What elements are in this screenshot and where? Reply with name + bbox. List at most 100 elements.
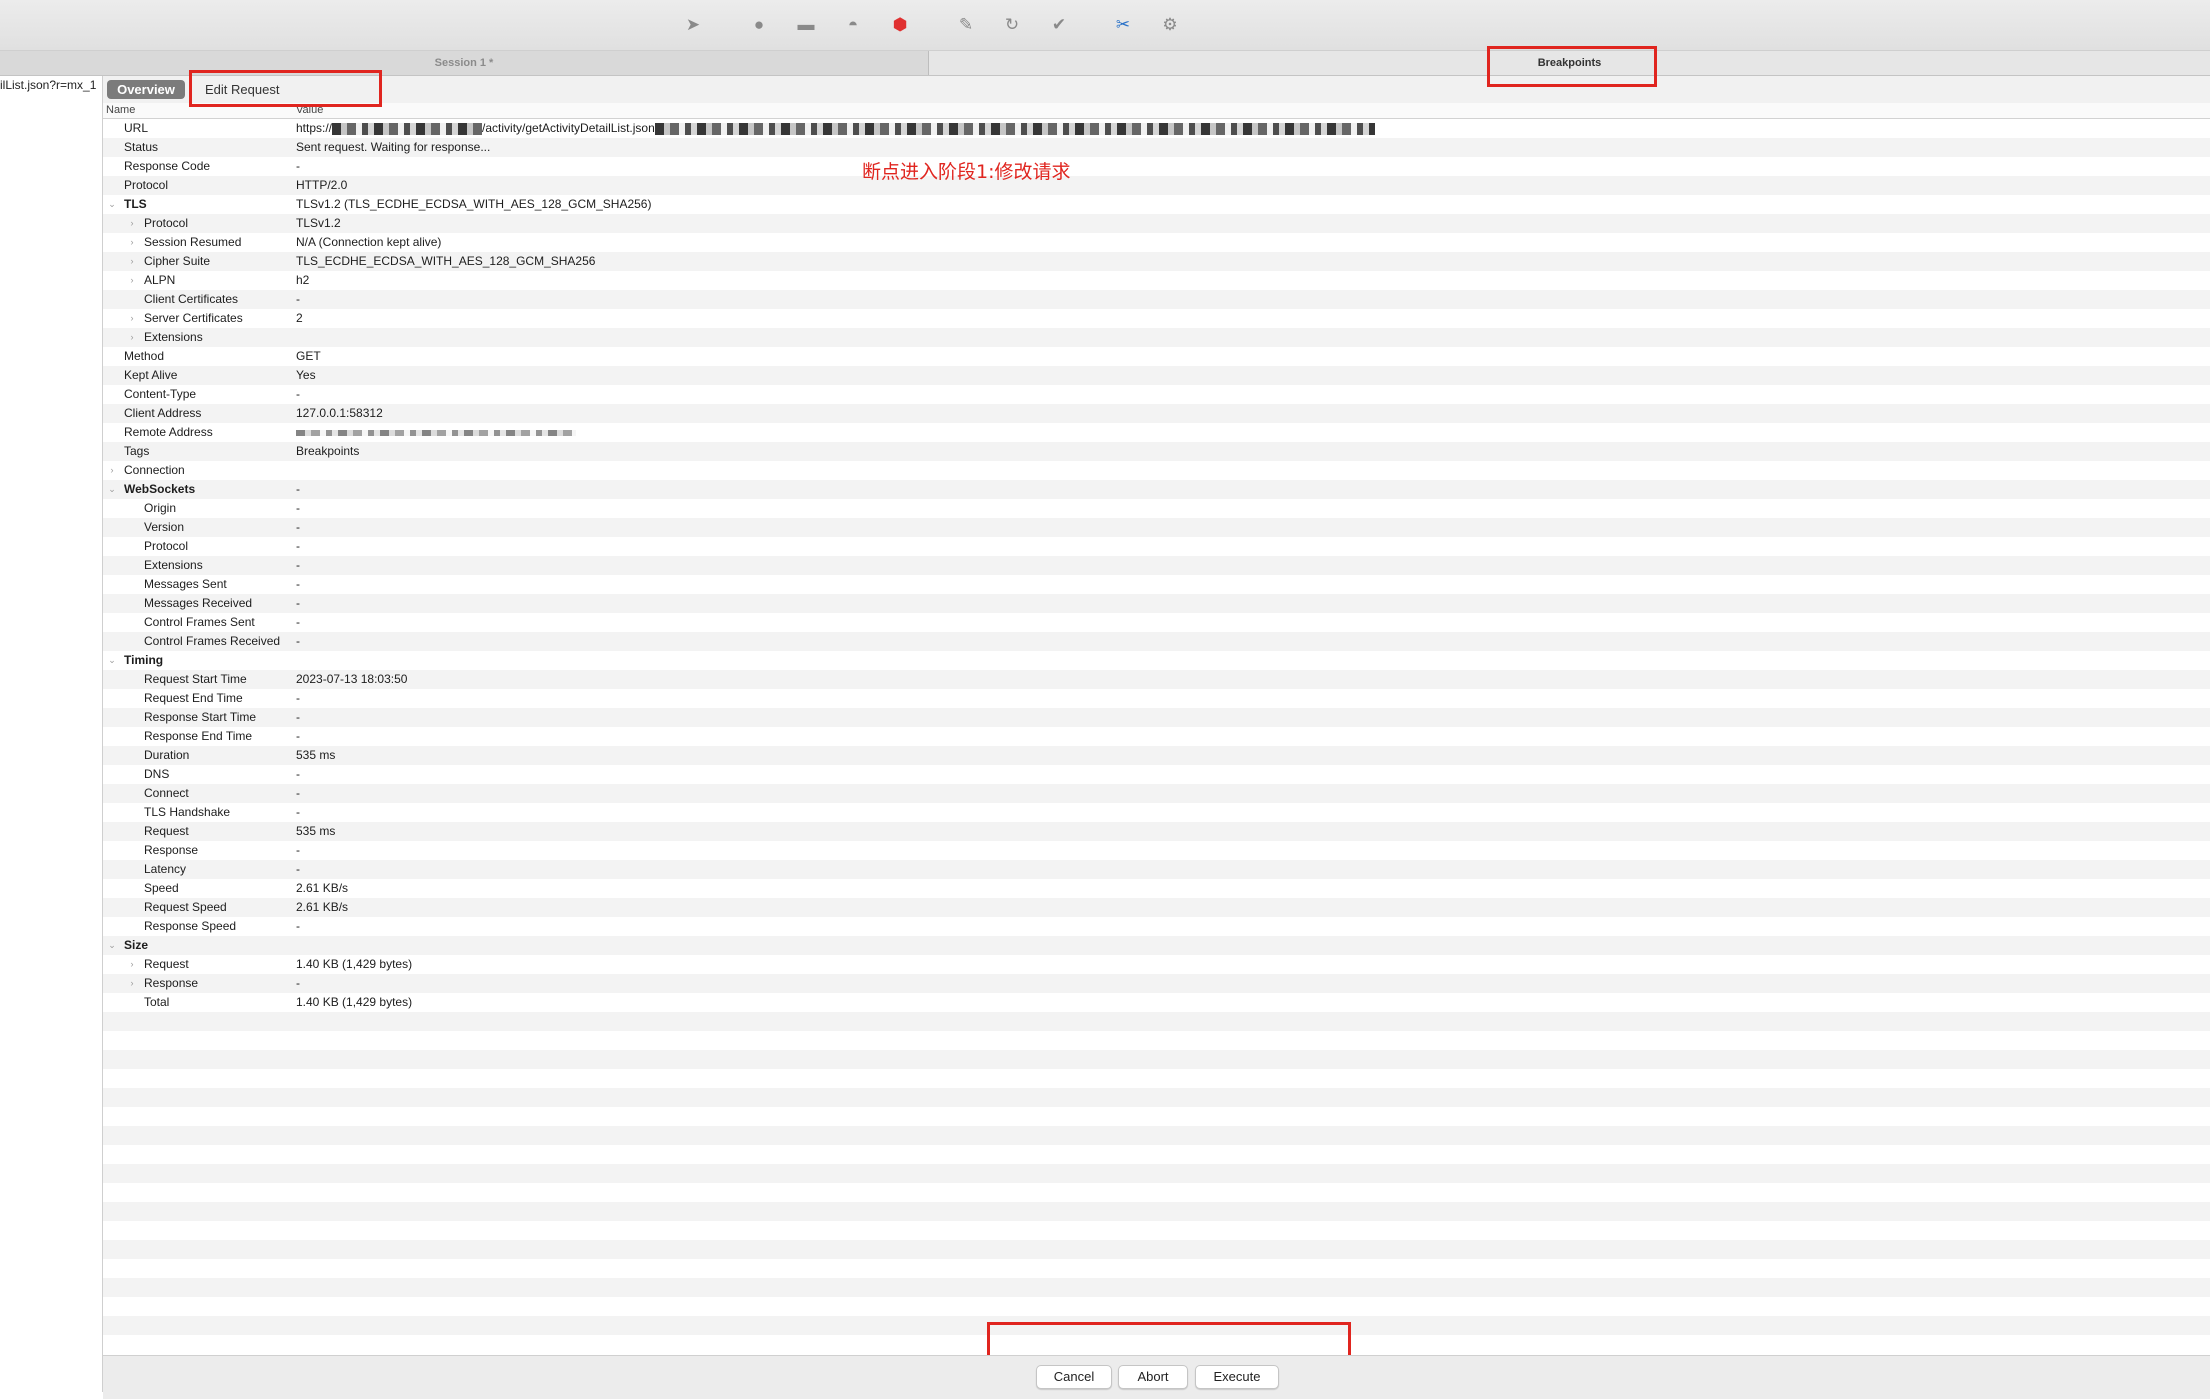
empty-row — [103, 1126, 2210, 1145]
table-row[interactable]: ⌄ WebSockets - — [103, 480, 2210, 499]
table-row[interactable]: › Server Certificates 2 — [103, 309, 2210, 328]
tab-session[interactable]: Session 1 * — [0, 51, 929, 75]
table-row[interactable]: TLS Handshake - — [103, 803, 2210, 822]
table-row[interactable]: Total 1.40 KB (1,429 bytes) — [103, 993, 2210, 1012]
row-value: N/A (Connection kept alive) — [296, 235, 442, 249]
table-row[interactable]: Remote Address — [103, 423, 2210, 442]
table-row[interactable]: Request Speed 2.61 KB/s — [103, 898, 2210, 917]
row-value: - — [296, 976, 300, 990]
chevron-right-icon[interactable]: › — [127, 955, 137, 974]
record-icon[interactable]: ● — [748, 14, 770, 36]
table-row[interactable]: Version - — [103, 518, 2210, 537]
table-row[interactable]: Messages Sent - — [103, 575, 2210, 594]
chevron-right-icon[interactable]: › — [127, 974, 137, 993]
table-row[interactable]: Client Certificates - — [103, 290, 2210, 309]
empty-row — [103, 1164, 2210, 1183]
table-row[interactable]: URL https:// /activity/getActivityDetailLi… — [103, 119, 2210, 138]
tools-icon[interactable]: ✂ — [1112, 14, 1134, 36]
cancel-button[interactable]: Cancel — [1036, 1365, 1112, 1389]
table-row[interactable]: › Session Resumed N/A (Connection kept ali… — [103, 233, 2210, 252]
turtle-icon[interactable]: ◓ — [842, 14, 864, 36]
table-row[interactable]: ⌄ TLS TLSv1.2 (TLS_ECDHE_ECDSA_WITH_AES_12… — [103, 195, 2210, 214]
row-name: Request — [144, 957, 189, 971]
breakpoint-icon[interactable]: ⬢ — [889, 14, 911, 36]
empty-row — [103, 1088, 2210, 1107]
abort-button[interactable]: Abort — [1118, 1365, 1188, 1389]
row-value: TLS_ECDHE_ECDSA_WITH_AES_128_GCM_SHA256 — [296, 254, 596, 268]
column-header-name[interactable]: Name — [106, 104, 135, 116]
chevron-right-icon[interactable]: › — [107, 461, 117, 480]
table-row[interactable]: Kept Alive Yes — [103, 366, 2210, 385]
table-row[interactable]: Tags Breakpoints — [103, 442, 2210, 461]
pen-icon[interactable]: ✎ — [955, 14, 977, 36]
table-row[interactable]: Response End Time - — [103, 727, 2210, 746]
table-row[interactable]: › Extensions — [103, 328, 2210, 347]
table-row[interactable]: Method GET — [103, 347, 2210, 366]
table-row[interactable]: Status Sent request. Waiting for response… — [103, 138, 2210, 157]
chevron-down-icon[interactable]: ⌄ — [107, 651, 117, 670]
table-row[interactable]: Messages Received - — [103, 594, 2210, 613]
row-name: Client Address — [124, 406, 202, 420]
request-list-item[interactable]: ilList.json?r=mx_1 — [0, 78, 96, 92]
table-row[interactable]: Control Frames Received - — [103, 632, 2210, 651]
table-row[interactable]: › Connection — [103, 461, 2210, 480]
row-name: Response Start Time — [144, 710, 257, 724]
row-value: TLSv1.2 — [296, 216, 341, 230]
execute-button[interactable]: Execute — [1195, 1365, 1279, 1389]
table-row[interactable]: Origin - — [103, 499, 2210, 518]
empty-row — [103, 1221, 2210, 1240]
table-row[interactable]: › Request 1.40 KB (1,429 bytes) — [103, 955, 2210, 974]
chevron-right-icon[interactable]: › — [127, 214, 137, 233]
table-row[interactable]: Client Address 127.0.0.1:58312 — [103, 404, 2210, 423]
table-row[interactable]: Response - — [103, 841, 2210, 860]
table-row[interactable]: Content-Type - — [103, 385, 2210, 404]
tab-overview[interactable]: Overview — [107, 80, 185, 99]
table-row[interactable]: Response Code - — [103, 157, 2210, 176]
chevron-right-icon[interactable]: › — [127, 252, 137, 271]
checkmark-icon[interactable]: ✔ — [1048, 14, 1070, 36]
table-row[interactable]: › Response - — [103, 974, 2210, 993]
url-scheme: https:// — [296, 121, 333, 135]
table-row[interactable]: ⌄ Size — [103, 936, 2210, 955]
settings-icon[interactable]: ⚙ — [1159, 14, 1181, 36]
table-row[interactable]: Request End Time - — [103, 689, 2210, 708]
refresh-icon[interactable]: ↻ — [1001, 14, 1023, 36]
row-value: - — [296, 919, 300, 933]
table-row[interactable]: Extensions - — [103, 556, 2210, 575]
row-name: ALPN — [144, 273, 176, 287]
table-row[interactable]: Protocol HTTP/2.0 — [103, 176, 2210, 195]
table-row[interactable]: Response Start Time - — [103, 708, 2210, 727]
chevron-right-icon[interactable]: › — [127, 233, 137, 252]
empty-row — [103, 1202, 2210, 1221]
chevron-right-icon[interactable]: › — [127, 328, 137, 347]
table-row[interactable]: › Cipher Suite TLS_ECDHE_ECDSA_WITH_AES_12… — [103, 252, 2210, 271]
cursor-icon[interactable]: ➤ — [682, 14, 704, 36]
table-row[interactable]: Response Speed - — [103, 917, 2210, 936]
row-value: GET — [296, 349, 321, 363]
chevron-right-icon[interactable]: › — [127, 309, 137, 328]
table-row[interactable]: › Protocol TLSv1.2 — [103, 214, 2210, 233]
table-row[interactable]: Request 535 ms — [103, 822, 2210, 841]
table-row[interactable]: Latency - — [103, 860, 2210, 879]
row-value: - — [296, 159, 300, 173]
chevron-right-icon[interactable]: › — [127, 271, 137, 290]
broom-icon[interactable]: ▬ — [795, 14, 817, 36]
table-row[interactable]: DNS - — [103, 765, 2210, 784]
table-row[interactable]: Protocol - — [103, 537, 2210, 556]
chevron-down-icon[interactable]: ⌄ — [107, 936, 117, 955]
table-row[interactable]: › ALPN h2 — [103, 271, 2210, 290]
chevron-down-icon[interactable]: ⌄ — [107, 195, 117, 214]
chevron-down-icon[interactable]: ⌄ — [107, 480, 117, 499]
annotation-box-breakpoints — [1487, 46, 1657, 87]
row-value: 2 — [296, 311, 303, 325]
row-value: - — [296, 729, 300, 743]
table-row[interactable]: Speed 2.61 KB/s — [103, 879, 2210, 898]
table-row[interactable]: Request Start Time 2023-07-13 18:03:50 — [103, 670, 2210, 689]
table-row[interactable]: Connect - — [103, 784, 2210, 803]
table-row[interactable]: Control Frames Sent - — [103, 613, 2210, 632]
table-row[interactable]: ⌄ Timing — [103, 651, 2210, 670]
url-path: /activity/getActivityDetailList.json — [482, 121, 655, 135]
table-row[interactable]: Duration 535 ms — [103, 746, 2210, 765]
row-value: - — [296, 558, 300, 572]
row-name: Version — [144, 520, 185, 534]
